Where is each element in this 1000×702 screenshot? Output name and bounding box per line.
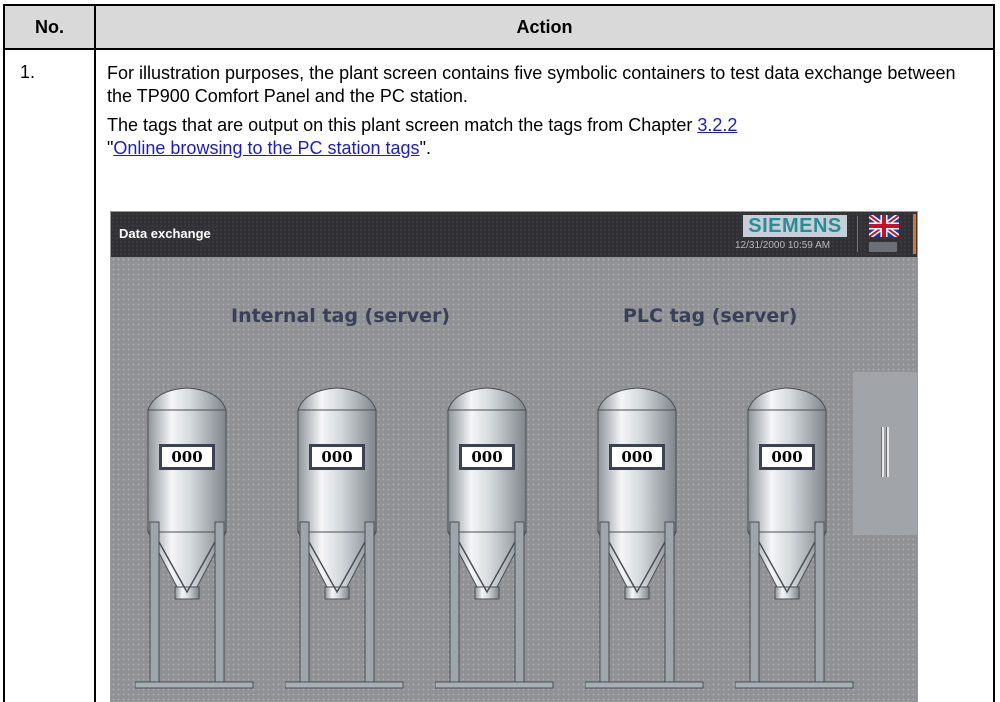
uk-flag-icon[interactable] — [867, 212, 901, 242]
plant-screen-screenshot: Data exchange SIEMENS 12/31/2000 10:59 A… — [110, 211, 918, 702]
header-no: No. — [5, 6, 94, 48]
hmi-title-bar: Data exchange SIEMENS 12/31/2000 10:59 A… — [111, 212, 917, 257]
grip-line — [881, 427, 884, 477]
tank-graphic — [585, 387, 704, 689]
date-time: 12/31/2000 10:59 AM — [735, 240, 831, 251]
tank-2: 000 — [285, 382, 411, 701]
reference-suffix: ". — [419, 138, 431, 158]
column-divider — [94, 4, 96, 702]
internal-tag-label: Internal tag (server) — [231, 305, 451, 327]
keyboard-icon[interactable] — [869, 242, 897, 252]
tank-value-field[interactable]: 000 — [309, 444, 365, 470]
siemens-logo: SIEMENS — [743, 215, 847, 237]
section-link[interactable]: Online browsing to the PC station tags — [113, 138, 419, 158]
bar-edge-accent — [913, 214, 916, 254]
tank-4: 000 — [585, 382, 711, 701]
screen-title: Data exchange — [119, 226, 211, 241]
tank-value-field[interactable]: 000 — [159, 444, 215, 470]
header-divider — [3, 48, 995, 50]
tank-graphic — [135, 387, 254, 689]
step-number: 1. — [20, 62, 36, 82]
tank-graphic — [435, 387, 554, 689]
tank-5: 000 — [735, 382, 861, 701]
tank-value-field[interactable]: 000 — [759, 444, 815, 470]
step-description: For illustration purposes, the plant scr… — [107, 63, 956, 106]
reference-prefix: The tags that are output on this plant s… — [107, 115, 698, 135]
tank-value-field[interactable]: 000 — [459, 444, 515, 470]
header-action: Action — [96, 6, 993, 48]
tank-graphic — [285, 387, 404, 689]
tank-3: 000 — [435, 382, 561, 701]
grip-line — [886, 427, 889, 477]
step-reference: The tags that are output on this plant s… — [107, 114, 967, 160]
bar-divider — [857, 216, 858, 252]
plc-tag-label: PLC tag (server) — [623, 305, 798, 327]
tank-value-field[interactable]: 000 — [609, 444, 665, 470]
tank-graphic — [735, 387, 854, 689]
tank-1: 000 — [135, 382, 261, 701]
screen-scroll-handle[interactable] — [853, 372, 917, 535]
chapter-link[interactable]: 3.2.2 — [697, 115, 737, 135]
